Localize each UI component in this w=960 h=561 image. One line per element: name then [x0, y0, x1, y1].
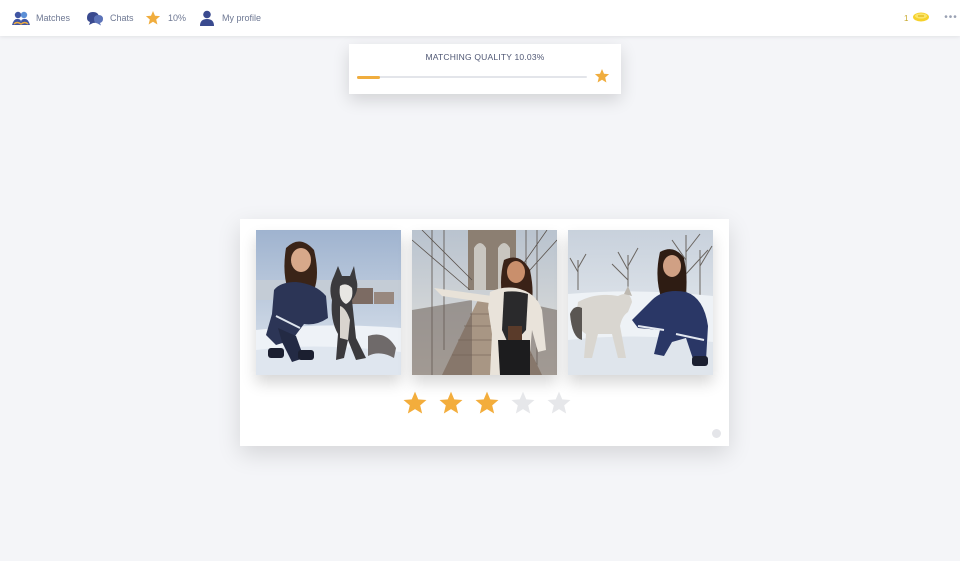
matching-quality-title: MATCHING QUALITY 10.03% [425, 52, 545, 62]
nav-rating-label: 10% [168, 13, 187, 23]
matching-quality-card: MATCHING QUALITY 10.03% [349, 44, 621, 94]
nav-matches-label: Matches [36, 13, 71, 23]
profile-photo-2[interactable] [412, 230, 557, 375]
star-icon [143, 9, 163, 27]
nav-rating[interactable]: 10% [143, 9, 186, 27]
nav-chats[interactable]: Chats [85, 9, 134, 27]
profile-photo-1[interactable] [256, 230, 401, 375]
info-icon[interactable] [712, 429, 721, 438]
matches-icon [11, 9, 31, 27]
rating-star-2[interactable] [438, 390, 464, 416]
matching-quality-progress-bar [357, 75, 587, 79]
rating-stars [402, 389, 572, 417]
rating-star-4[interactable] [510, 390, 536, 416]
more-icon[interactable]: ••• [944, 10, 958, 24]
coins-balance[interactable]: 1 [904, 10, 930, 26]
coin-icon [912, 11, 930, 25]
nav-my-profile[interactable]: My profile [197, 9, 261, 27]
chat-bubbles-icon [85, 9, 105, 27]
star-icon [594, 69, 610, 83]
nav-chats-label: Chats [110, 13, 134, 23]
profile-photo-3[interactable] [568, 230, 713, 375]
nav-my-profile-label: My profile [222, 13, 262, 23]
nav-matches[interactable]: Matches [11, 9, 70, 27]
coins-count: 1 [904, 13, 909, 23]
rating-star-1[interactable] [402, 390, 428, 416]
rating-star-3[interactable] [474, 390, 500, 416]
user-icon [197, 9, 217, 27]
matching-quality-progress-fill [357, 75, 381, 79]
rating-star-5[interactable] [546, 390, 572, 416]
profile-photos-card [240, 219, 729, 446]
top-navigation-bar: Matches Chats 10% My profile 1 ••• [0, 0, 960, 36]
